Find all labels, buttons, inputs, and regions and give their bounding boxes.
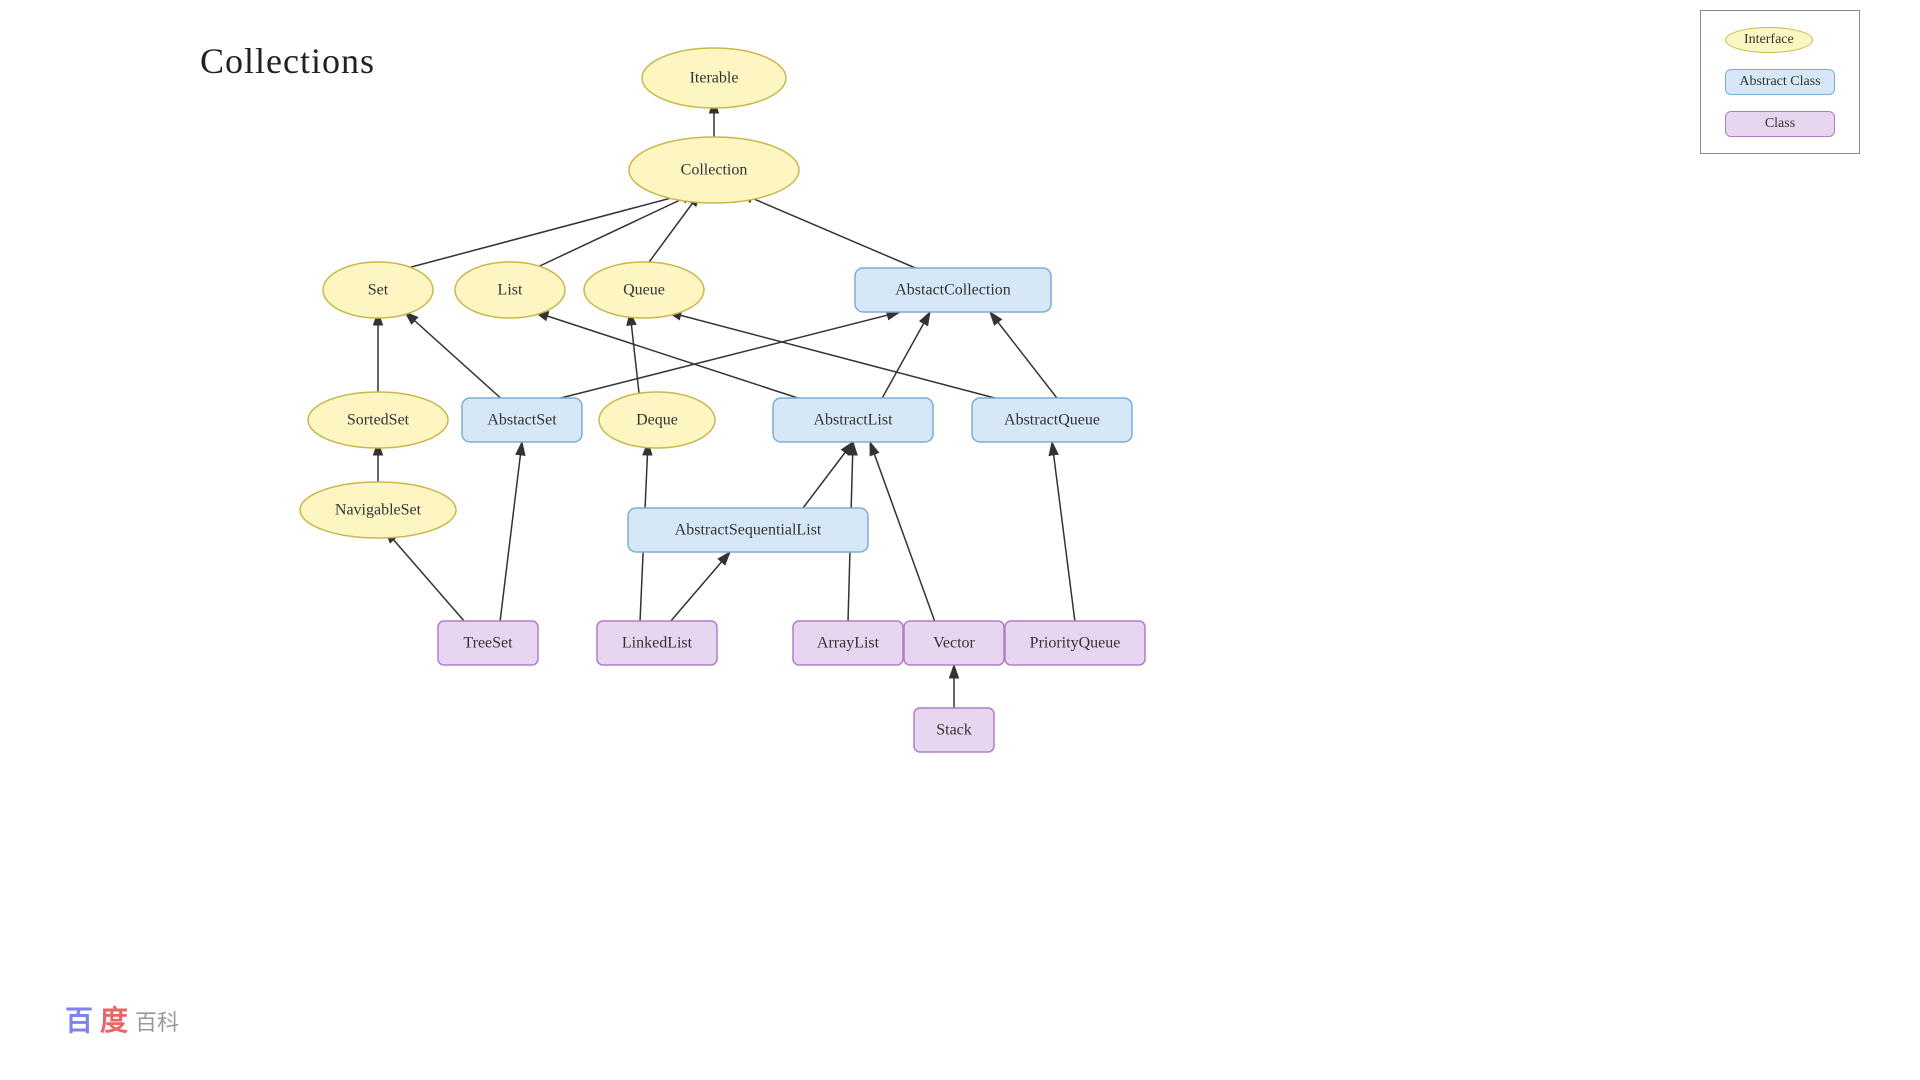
arrow-set-collection bbox=[400, 193, 690, 270]
arrow-abstractsequentiallist-abstractlist bbox=[800, 442, 853, 512]
node-abstractset-label: AbstactSet bbox=[487, 412, 557, 429]
arrow-vector-abstractlist bbox=[870, 442, 935, 622]
node-abstractsequentiallist-label: AbstractSequentialList bbox=[675, 522, 822, 539]
diagram-svg: Iterable Collection Set List Queue Absta… bbox=[0, 0, 1920, 1080]
node-vector-label: Vector bbox=[933, 635, 975, 652]
arrow-abstractcollection-collection bbox=[740, 193, 920, 270]
arrow-abstractset-set bbox=[405, 312, 505, 402]
node-deque-label: Deque bbox=[636, 412, 678, 429]
svg-text:百科: 百科 bbox=[135, 1010, 179, 1035]
node-sortedset-label: SortedSet bbox=[347, 412, 410, 429]
arrow-treeset-abstractset bbox=[500, 442, 522, 622]
node-iterable-label: Iterable bbox=[690, 70, 739, 87]
arrow-abstractqueue-queue bbox=[668, 312, 1010, 402]
node-abstractcollection-label: AbstactCollection bbox=[895, 282, 1011, 299]
node-collection-label: Collection bbox=[681, 162, 748, 179]
node-navigableset-label: NavigableSet bbox=[335, 502, 422, 519]
arrow-abstractlist-abstractcollection bbox=[880, 312, 930, 402]
arrow-deque-queue bbox=[630, 312, 640, 402]
arrow-priorityqueue-abstractqueue bbox=[1052, 442, 1075, 622]
arrow-list-collection bbox=[527, 193, 695, 272]
svg-text:百: 百 bbox=[65, 1005, 93, 1036]
node-arraylist-label: ArrayList bbox=[817, 635, 880, 652]
arrow-abstractlist-list bbox=[535, 312, 810, 402]
node-stack-label: Stack bbox=[936, 722, 972, 739]
node-abstractlist-label: AbstractList bbox=[813, 412, 893, 429]
node-priorityqueue-label: PriorityQueue bbox=[1030, 635, 1121, 652]
node-abstractqueue-label: AbstractQueue bbox=[1004, 412, 1100, 429]
node-set-label: Set bbox=[368, 282, 389, 299]
arrow-abstractqueue-abstractcollection bbox=[990, 312, 1060, 402]
arrow-abstractset-abstractcollection bbox=[545, 312, 900, 402]
node-list-label: List bbox=[498, 282, 523, 299]
arrow-treeset-navigableset bbox=[385, 530, 465, 622]
watermark: 百 度 百科 bbox=[60, 985, 220, 1050]
node-linkedlist-label: LinkedList bbox=[622, 635, 693, 652]
node-queue-label: Queue bbox=[623, 282, 665, 299]
svg-text:度: 度 bbox=[100, 1005, 128, 1036]
node-treeset-label: TreeSet bbox=[463, 635, 513, 652]
arrow-linkedlist-abstractsequentiallist bbox=[670, 552, 730, 622]
